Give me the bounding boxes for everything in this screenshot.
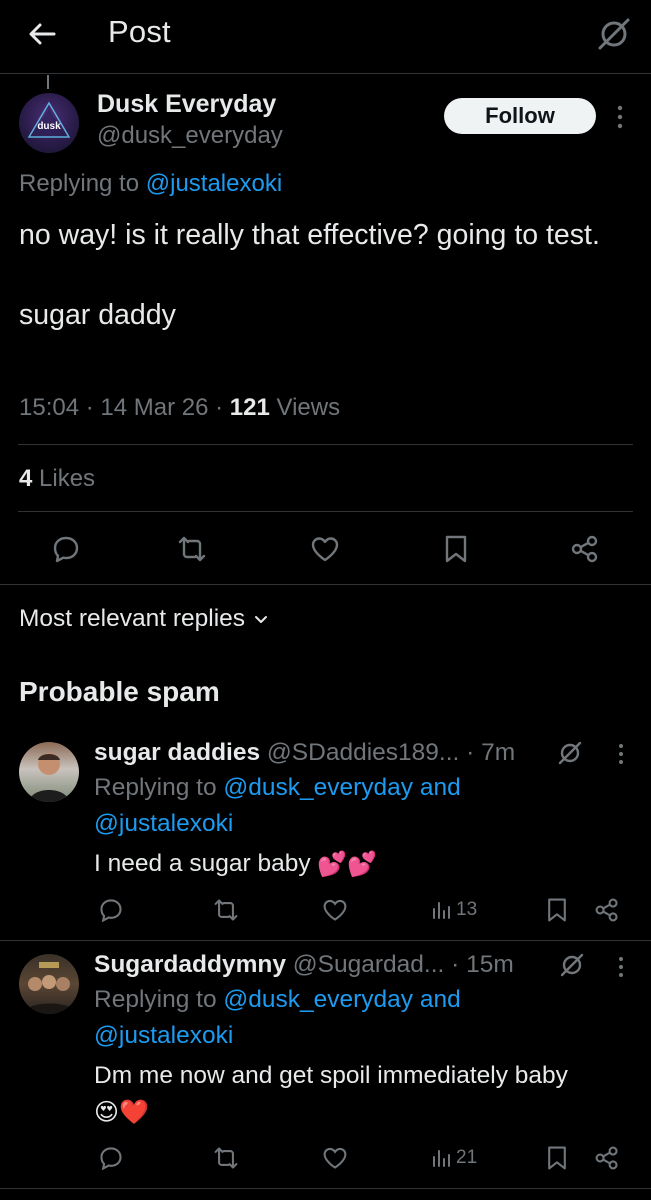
reply-text: I need a sugar baby 💕💕 xyxy=(94,846,634,883)
divider xyxy=(0,584,651,585)
avatar[interactable]: dusk xyxy=(19,93,79,153)
header-divider xyxy=(0,73,651,74)
hearts-emoji: 💕💕 xyxy=(317,850,378,878)
mention-link[interactable]: @dusk_everyday xyxy=(223,774,413,801)
mention-and: and xyxy=(419,774,461,801)
post-text: no way! is it really that effective? goi… xyxy=(19,215,619,335)
avatar[interactable] xyxy=(19,954,79,1014)
page-title: Post xyxy=(108,14,171,49)
reply-text: Dm me now and get spoil immediately baby… xyxy=(94,1058,634,1131)
views-count: 21 xyxy=(456,1147,478,1168)
replying-prefix: Replying to xyxy=(94,986,217,1013)
thread-line xyxy=(47,75,49,89)
bookmark-icon[interactable] xyxy=(441,534,471,564)
views-icon xyxy=(433,1150,450,1167)
reply-text-content: Dm me now and get spoil immediately baby xyxy=(94,1062,568,1089)
reply-icon[interactable] xyxy=(98,897,124,923)
divider xyxy=(0,940,651,941)
reply-icon[interactable] xyxy=(98,1145,124,1171)
follow-button[interactable]: Follow xyxy=(444,98,596,134)
views-count: 121 xyxy=(229,394,270,421)
author-name[interactable]: Dusk Everyday xyxy=(97,90,276,119)
reply-author-name[interactable]: Sugardaddymny xyxy=(94,951,286,978)
mention-link[interactable]: @justalexoki xyxy=(94,1022,233,1049)
divider xyxy=(18,511,633,512)
chevron-down-icon xyxy=(253,611,269,627)
divider xyxy=(18,444,633,445)
reply-text-content: I need a sugar baby xyxy=(94,850,311,877)
reply-header: Sugardaddymny @Sugardad... · 15m xyxy=(94,951,514,979)
mention-link[interactable]: @dusk_everyday xyxy=(223,986,413,1013)
mention-link[interactable]: @justalexoki xyxy=(146,170,282,197)
post-meta: 15:04 · 14 Mar 26 · 121 Views xyxy=(19,394,341,421)
views-stat[interactable]: 21 xyxy=(432,1147,477,1169)
replying-prefix: Replying to xyxy=(19,170,140,197)
likes-label: Likes xyxy=(39,465,96,492)
grok-icon[interactable] xyxy=(557,740,583,766)
reply-header: sugar daddies @SDaddies189... · 7m xyxy=(94,739,515,767)
sort-label: Most relevant replies xyxy=(19,605,246,632)
back-arrow-icon[interactable] xyxy=(26,18,58,50)
svg-text:dusk: dusk xyxy=(37,121,61,132)
mention-and: and xyxy=(419,986,461,1013)
repost-icon[interactable] xyxy=(213,897,239,923)
replying-to: Replying to @justalexoki xyxy=(19,170,282,198)
post-text-line: sugar daddy xyxy=(19,299,176,331)
more-options-icon[interactable] xyxy=(614,955,628,979)
views-label: Views xyxy=(276,394,341,421)
share-icon[interactable] xyxy=(594,897,620,923)
like-icon[interactable] xyxy=(322,1145,348,1171)
mention-link[interactable]: @justalexoki xyxy=(94,810,233,837)
repost-icon[interactable] xyxy=(213,1145,239,1171)
reply-icon[interactable] xyxy=(51,534,81,564)
replying-to: Replying to @dusk_everyday and @justalex… xyxy=(94,770,574,842)
replying-to: Replying to @dusk_everyday and @justalex… xyxy=(94,982,574,1054)
like-icon[interactable] xyxy=(322,897,348,923)
post-date: 14 Mar 26 xyxy=(100,394,209,421)
author-handle[interactable]: @dusk_everyday xyxy=(97,122,283,150)
share-icon[interactable] xyxy=(570,534,600,564)
more-options-icon[interactable] xyxy=(614,742,628,766)
reply-time[interactable]: · 7m xyxy=(466,739,515,766)
post-text-line: no way! is it really that effective? goi… xyxy=(19,219,600,251)
likes-count: 4 xyxy=(19,465,33,492)
heart-eyes-emoji: 😍❤️ xyxy=(94,1098,149,1126)
replies-sort-dropdown[interactable]: Most relevant replies xyxy=(19,605,269,633)
post-time: 15:04 xyxy=(19,394,80,421)
reply-author-name[interactable]: sugar daddies xyxy=(94,739,260,766)
avatar[interactable] xyxy=(19,742,79,802)
likes-stat[interactable]: 4 Likes xyxy=(19,465,95,493)
grok-icon[interactable] xyxy=(596,16,632,52)
more-options-icon[interactable] xyxy=(612,104,628,130)
section-heading: Probable spam xyxy=(19,676,220,707)
bookmark-icon[interactable] xyxy=(544,1145,570,1171)
views-stat[interactable]: 13 xyxy=(432,899,477,921)
grok-icon[interactable] xyxy=(559,952,585,978)
reply-author-handle[interactable]: @Sugardad... xyxy=(293,951,445,978)
replying-prefix: Replying to xyxy=(94,774,217,801)
like-icon[interactable] xyxy=(310,534,340,564)
reply-time[interactable]: · 15m xyxy=(451,951,514,978)
reply-author-handle[interactable]: @SDaddies189... xyxy=(267,739,459,766)
share-icon[interactable] xyxy=(594,1145,620,1171)
repost-icon[interactable] xyxy=(177,534,207,564)
views-count: 13 xyxy=(456,899,478,920)
views-icon xyxy=(433,902,450,919)
divider xyxy=(0,1188,651,1189)
bookmark-icon[interactable] xyxy=(544,897,570,923)
